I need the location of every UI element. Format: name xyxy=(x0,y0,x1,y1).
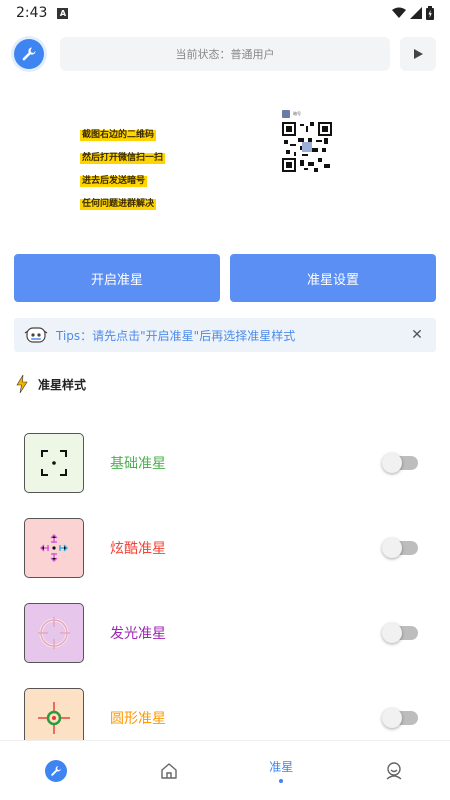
style-name: 发光准星 xyxy=(110,625,166,642)
nav-profile[interactable] xyxy=(338,741,450,800)
section-title: 准星样式 xyxy=(38,377,87,392)
circle-crosshair-thumbnail xyxy=(24,687,84,748)
signal-icon xyxy=(410,7,422,19)
basic-crosshair-thumbnail xyxy=(24,432,84,493)
qr-code-image xyxy=(282,122,332,172)
status-time: 2:43 xyxy=(16,5,48,21)
status-bar: 2:43 A xyxy=(0,0,450,26)
style-row-glow[interactable]: 发光准星 xyxy=(24,590,434,675)
style-row-basic[interactable]: 基础准星 xyxy=(24,420,434,505)
glow-crosshair-icon xyxy=(38,616,70,649)
cool-crosshair-icon xyxy=(39,533,69,562)
style-name: 基础准星 xyxy=(110,455,166,472)
basic-crosshair-icon xyxy=(41,449,67,476)
cool-crosshair-toggle[interactable] xyxy=(382,537,418,558)
toggle-knob xyxy=(382,452,402,473)
play-icon xyxy=(414,49,423,59)
circle-crosshair-toggle[interactable] xyxy=(382,707,418,728)
lightning-icon xyxy=(16,375,28,393)
crosshair-style-list: 基础准星 炫酷准星 发光准星 圆形准星 xyxy=(24,420,434,760)
nav-crosshair[interactable]: 准星 xyxy=(225,741,338,800)
qr-header: 暗号 xyxy=(282,110,336,118)
glow-crosshair-toggle[interactable] xyxy=(382,622,418,643)
status-icons xyxy=(392,6,434,20)
start-crosshair-button[interactable]: 开启准星 xyxy=(14,254,220,302)
glow-crosshair-thumbnail xyxy=(24,602,84,663)
notification-icon: A xyxy=(57,7,69,19)
nav-tool[interactable] xyxy=(0,741,113,800)
close-icon[interactable]: ✕ xyxy=(408,327,426,343)
section-header: 准星样式 xyxy=(16,375,86,393)
banner-line: 进去后发送暗号 xyxy=(80,176,148,187)
action-buttons: 开启准星 准星设置 xyxy=(14,254,436,302)
wifi-icon xyxy=(392,7,406,18)
profile-icon xyxy=(386,761,402,780)
banner-line: 然后打开微信扫一扫 xyxy=(80,153,166,164)
play-button[interactable] xyxy=(400,37,436,71)
nav-crosshair-label: 准星 xyxy=(269,760,294,774)
crosshair-settings-button[interactable]: 准星设置 xyxy=(230,254,436,302)
qr-avatar xyxy=(282,110,290,118)
style-name: 炫酷准星 xyxy=(110,540,166,557)
mascot-icon xyxy=(24,327,48,343)
promo-banner: 截图右边的二维码 然后打开微信扫一扫 进去后发送暗号 任何问题进群解决 暗号 xyxy=(0,96,450,210)
top-bar: 当前状态：普通用户 xyxy=(14,36,436,72)
style-name: 圆形准星 xyxy=(110,710,166,727)
toggle-knob xyxy=(382,537,402,558)
circle-crosshair-icon xyxy=(38,701,70,734)
wrench-icon xyxy=(22,47,36,61)
banner-line: 截图右边的二维码 xyxy=(80,130,157,141)
tips-text: Tips：请先点击"开启准星"后再选择准星样式 xyxy=(56,328,296,343)
active-indicator xyxy=(279,779,284,783)
nav-home[interactable] xyxy=(113,741,226,800)
bottom-navigation: 准星 xyxy=(0,740,450,800)
tips-bar: Tips：请先点击"开启准星"后再选择准星样式 ✕ xyxy=(14,318,436,352)
home-icon xyxy=(161,762,177,779)
qr-code-card: 暗号 xyxy=(282,110,336,190)
cool-crosshair-thumbnail xyxy=(24,517,84,578)
toggle-knob xyxy=(382,622,402,643)
qr-name: 暗号 xyxy=(293,111,301,116)
basic-crosshair-toggle[interactable] xyxy=(382,452,418,473)
banner-line: 任何问题进群解决 xyxy=(80,199,157,210)
user-status: 当前状态：普通用户 xyxy=(60,37,390,71)
wrench-icon xyxy=(45,759,68,782)
toggle-knob xyxy=(382,707,402,728)
tool-button[interactable] xyxy=(14,39,44,69)
style-row-cool[interactable]: 炫酷准星 xyxy=(24,505,434,590)
banner-instructions: 截图右边的二维码 然后打开微信扫一扫 进去后发送暗号 任何问题进群解决 xyxy=(80,122,166,214)
battery-icon xyxy=(426,6,434,20)
